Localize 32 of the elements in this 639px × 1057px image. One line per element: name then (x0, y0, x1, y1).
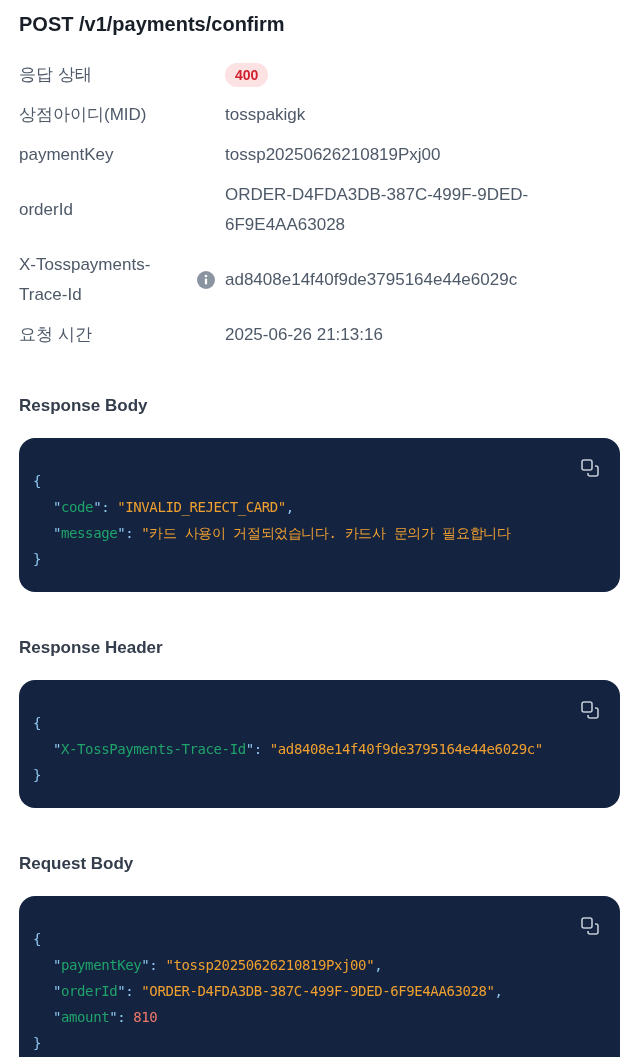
field-value: tosspakigk (225, 105, 306, 124)
field-label: 응답 상태 (19, 64, 93, 86)
status-badge: 400 (225, 63, 269, 87)
field-label: 요청 시간 (19, 324, 93, 346)
code-line: "message": "카드 사용이 거절되었습니다. 카드사 문의가 필요합니다 (52, 524, 512, 543)
copy-icon[interactable] (580, 700, 600, 720)
copy-icon[interactable] (580, 458, 600, 478)
code-line: "amount": 810 (52, 1008, 159, 1027)
endpoint-title: POST /v1/payments/confirm (19, 12, 286, 37)
code-line: "paymentKey": "tossp20250626210819Pxj00", (52, 956, 384, 975)
field-value: 2025-06-26 21:13:16 (225, 325, 383, 344)
field-label: 상점아이디(MID) (19, 104, 148, 126)
code-line: { (33, 714, 43, 733)
field-label: X-Tosspayments-Trace-Id (19, 254, 152, 306)
copy-icon[interactable] (580, 916, 600, 936)
field-value: tossp20250626210819Pxj00 (225, 145, 441, 164)
field-value: ORDER-D4FDA3DB-387C-499F-9DED-6F9E4AA63028 (225, 185, 529, 234)
code-line: "code": "INVALID_REJECT_CARD", (52, 498, 295, 518)
section-heading: Request Body (19, 853, 135, 875)
code-line: { (33, 930, 43, 949)
code-line: "X-TossPayments-Trace-Id": "ad8408e14f40f9de3795164e44e6029c" (52, 740, 544, 759)
code-line: } (33, 766, 43, 785)
code-line: { (33, 472, 43, 491)
section-heading: Response Header (19, 637, 164, 659)
code-line: } (33, 550, 43, 569)
field-label: paymentKey (19, 144, 115, 166)
code-line: "orderId": "ORDER-D4FDA3DB-387C-499F-9DED-6F9E4AA63028", (52, 982, 504, 1001)
section-heading: Response Body (19, 395, 149, 417)
field-label: orderId (19, 199, 74, 221)
info-icon[interactable] (197, 271, 215, 289)
field-value: ad8408e14f40f9de3795164e44e6029c (225, 270, 518, 289)
code-line: } (33, 1034, 43, 1053)
